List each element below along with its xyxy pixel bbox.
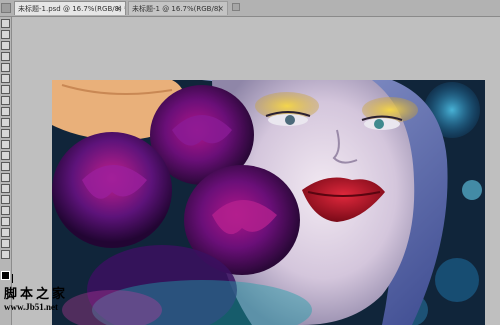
iris-right [374,119,384,129]
iris-left [285,115,295,125]
lasso-tool-icon[interactable] [1,41,10,50]
eraser-tool-icon[interactable] [1,129,10,138]
quick-select-tool-icon[interactable] [1,52,10,61]
crop-tool-icon[interactable] [1,63,10,72]
shape-tool-icon[interactable] [1,206,10,215]
panel-collapse-icon[interactable] [1,3,11,13]
bokeh-light [435,258,479,302]
tools-panel [0,17,13,325]
tab-close-icon[interactable]: × [115,2,122,15]
document-tab-bar: 未标题-1.psd @ 16.7%(RGB/8) * × 未标题-1 @ 16.… [0,0,500,17]
hand-tool-icon[interactable] [1,239,10,248]
tab-document-1-label: 未标题-1.psd @ 16.7%(RGB/8) * [18,5,126,13]
gradient-tool-icon[interactable] [1,140,10,149]
tab-document-2[interactable]: 未标题-1 @ 16.7%(RGB/8) × [128,1,228,15]
tab-overflow-icon[interactable] [232,3,240,11]
tab-document-2-label: 未标题-1 @ 16.7%(RGB/8) [132,5,222,13]
type-tool-icon[interactable] [1,184,10,193]
brush-tool-icon[interactable] [1,96,10,105]
canvas-image [52,80,485,325]
tab-close-icon[interactable]: × [217,2,224,15]
clone-stamp-icon[interactable] [1,107,10,116]
healing-brush-icon[interactable] [1,85,10,94]
bokeh-light [462,180,482,200]
site-watermark: 脚本之家 www.Jb51.net [4,286,84,312]
watermark-url: www.Jb51.net [4,302,59,312]
zoom-tool-icon[interactable] [1,250,10,259]
history-brush-icon[interactable] [1,118,10,127]
document-canvas[interactable] [52,80,485,325]
marquee-tool-icon[interactable] [1,30,10,39]
tab-document-1[interactable]: 未标题-1.psd @ 16.7%(RGB/8) * × [14,1,126,15]
path-select-icon[interactable] [1,195,10,204]
dodge-tool-icon[interactable] [1,162,10,171]
watermark-site-name: 脚本之家 [4,286,69,301]
3d-camera-icon[interactable] [1,228,10,237]
blur-tool-icon[interactable] [1,151,10,160]
foreground-color-swatch[interactable] [1,271,10,280]
3d-rotate-icon[interactable] [1,217,10,226]
pen-tool-icon[interactable] [1,173,10,182]
move-tool-icon[interactable] [1,19,10,28]
eyedropper-tool-icon[interactable] [1,74,10,83]
